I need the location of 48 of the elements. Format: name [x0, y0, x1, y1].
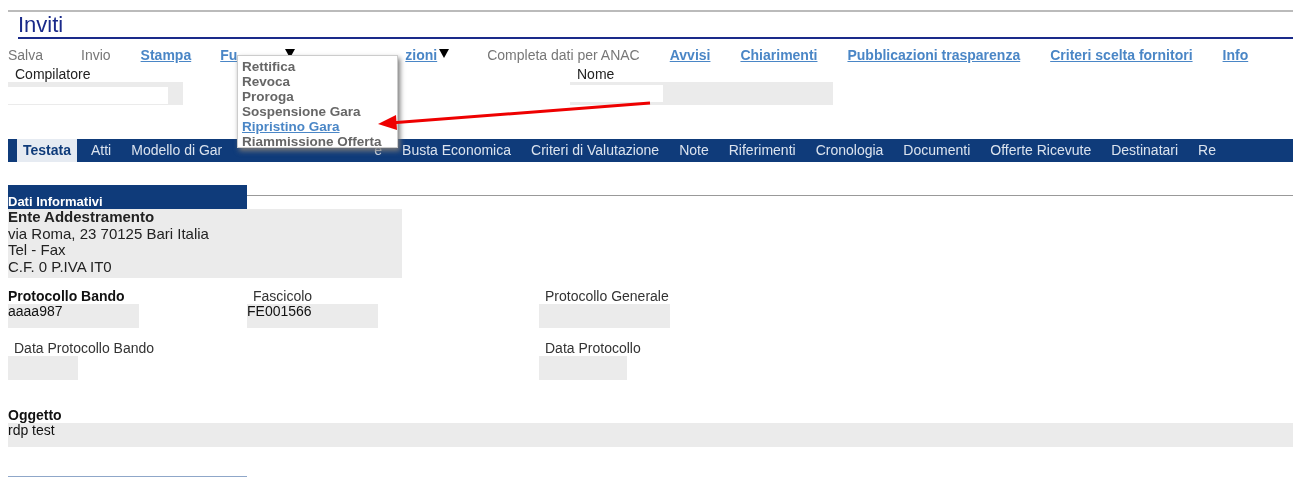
- tab[interactable]: Riferimenti: [722, 139, 802, 162]
- tab[interactable]: Cronologia: [809, 139, 890, 162]
- menu-item[interactable]: Riammissione Offerta: [242, 134, 382, 149]
- tab[interactable]: Busta Economica: [396, 139, 517, 162]
- address-line: via Roma, 23 70125 Bari Italia: [8, 225, 210, 242]
- tab[interactable]: Criteri di Valutazione: [525, 139, 666, 162]
- menu-item[interactable]: Sospensione Gara: [242, 104, 361, 119]
- toolbar-menu[interactable]: Fu: [220, 46, 238, 64]
- field-label: Protocollo Generale: [545, 288, 670, 304]
- field-label: Fascicolo: [253, 288, 314, 304]
- input-field[interactable]: [570, 82, 833, 105]
- field-label: Protocollo Bando: [8, 288, 126, 304]
- toolbar-link[interactable]: Criteri scelta fornitori: [1050, 46, 1193, 64]
- section-header: Dati Informativi: [8, 185, 247, 209]
- toolbar-link[interactable]: Stampa: [140, 46, 192, 64]
- menu-item[interactable]: Rettifica: [242, 59, 296, 74]
- tab[interactable]: Testata: [17, 139, 77, 162]
- caret-icon[interactable]: [439, 49, 450, 58]
- toolbar-link[interactable]: Chiarimenti: [740, 46, 818, 64]
- tab[interactable]: Destinatari: [1105, 139, 1185, 162]
- field-label: Nome: [577, 66, 616, 82]
- toolbar-button[interactable]: Completa dati per ANAC: [487, 46, 640, 64]
- tab[interactable]: Offerte Ricevute: [984, 139, 1098, 162]
- tab[interactable]: Documenti: [897, 139, 977, 162]
- input-field[interactable]: FE001566: [247, 304, 378, 328]
- toolbar-button[interactable]: Invio: [81, 46, 111, 64]
- menu-item[interactable]: Proroga: [242, 89, 294, 104]
- toolbar-link[interactable]: Info: [1222, 46, 1249, 64]
- entity-name: Ente Addestramento: [8, 209, 156, 226]
- input-field[interactable]: rdp test: [8, 423, 1293, 447]
- tab[interactable]: Note: [673, 139, 715, 162]
- toolbar-button[interactable]: Salva: [8, 46, 44, 64]
- address-line: C.F. 0 P.IVA IT0: [8, 258, 113, 275]
- tab[interactable]: Modello di Gar: [125, 139, 229, 162]
- field-label: Data Protocollo Bando: [14, 340, 155, 356]
- address-line: Tel - Fax: [8, 242, 67, 259]
- toolbar-menu[interactable]: zioni: [405, 46, 438, 64]
- toolbar-link[interactable]: Pubblicazioni trasparenza: [847, 46, 1021, 64]
- page-title: Inviti: [18, 12, 64, 38]
- input-field[interactable]: aaaa987: [8, 304, 139, 328]
- menu-item[interactable]: Revoca: [242, 74, 291, 89]
- tab[interactable]: Re: [1192, 139, 1222, 162]
- field-label: Compilatore: [15, 66, 92, 82]
- toolbar-link[interactable]: Avvisi: [669, 46, 711, 64]
- field-label: Data Protocollo: [545, 340, 641, 356]
- menu-item[interactable]: Ripristino Gara: [242, 119, 340, 134]
- field-label: Oggetto: [8, 407, 63, 423]
- tab[interactable]: Atti: [85, 139, 118, 162]
